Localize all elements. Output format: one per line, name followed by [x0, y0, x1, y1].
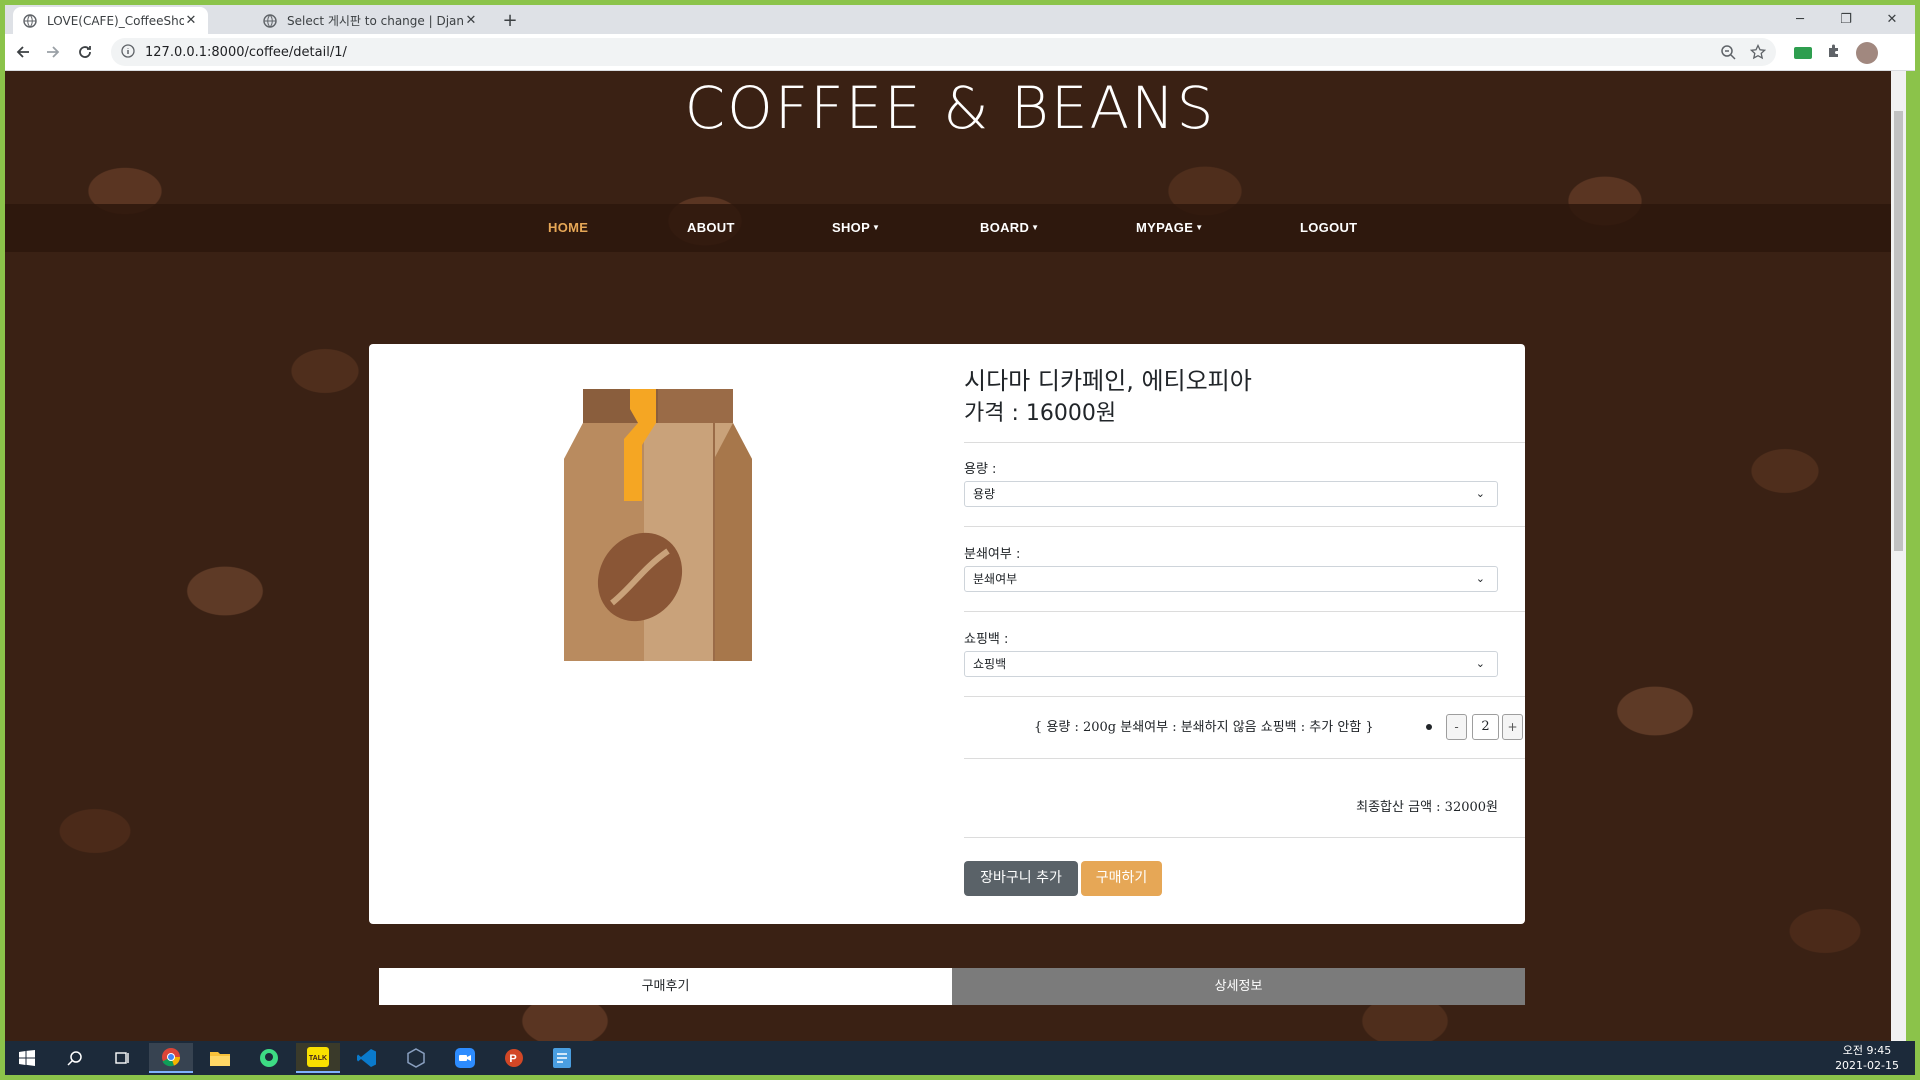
info-icon[interactable]	[121, 43, 135, 62]
divider	[964, 837, 1525, 838]
vscode-icon[interactable]	[345, 1043, 389, 1073]
caret-down-icon: ▼	[1195, 223, 1204, 232]
page-scrollbar[interactable]	[1891, 71, 1906, 1041]
shopping-bag-select[interactable]: 쇼핑백 ⌄	[964, 651, 1498, 677]
nav-shop[interactable]: SHOP ▼	[832, 204, 880, 252]
system-clock[interactable]: 오전 9:45 2021-02-15	[1835, 1043, 1899, 1073]
new-tab-icon[interactable]: +	[498, 9, 522, 33]
globe-icon	[263, 13, 277, 28]
browser-tab[interactable]: Select 게시판 to change | Djang ✕	[253, 7, 488, 34]
forward-arrow-icon[interactable]	[43, 42, 63, 62]
quantity-decrease-button[interactable]: -	[1446, 714, 1467, 740]
option-summary: { 용량 : 200g 분쇄여부 : 분쇄하지 않음 쇼핑백 : 추가 안함 }	[1034, 720, 1374, 735]
omnibox-actions	[1720, 43, 1767, 64]
file-explorer-icon[interactable]	[198, 1043, 242, 1073]
option-label-grind: 분쇄여부 :	[964, 547, 1021, 562]
url-text: 127.0.0.1:8000/coffee/detail/1/	[145, 44, 347, 60]
nav-home[interactable]: HOME	[548, 204, 588, 252]
zoom-icon[interactable]	[1720, 44, 1736, 64]
window-controls: ─ ❐ ✕	[1777, 5, 1915, 34]
nav-shop-label: SHOP	[832, 220, 871, 235]
close-tab-icon[interactable]: ✕	[464, 13, 478, 28]
product-name: 시다마 디카페인, 에티오피아	[964, 367, 1252, 395]
scrollbar-thumb[interactable]	[1894, 111, 1903, 551]
close-window-icon[interactable]: ✕	[1869, 5, 1915, 34]
nav-board-label: BOARD	[980, 220, 1030, 235]
tab-title: Select 게시판 to change | Djang	[287, 14, 464, 28]
product-price: 가격 : 16000원	[964, 401, 1117, 426]
extension-green-icon[interactable]	[1794, 44, 1812, 63]
coffee-bag-image	[564, 389, 752, 665]
nav-about[interactable]: ABOUT	[687, 204, 735, 252]
total-price: 최종합산 금액 : 32000원	[1356, 800, 1498, 815]
quantity-input[interactable]: 2	[1472, 714, 1499, 740]
minimize-icon[interactable]: ─	[1777, 5, 1823, 34]
chrome-icon[interactable]	[149, 1043, 193, 1073]
tab-details[interactable]: 상세정보	[952, 968, 1525, 1005]
windows-taskbar: TALK P 오전 9:45 2021-02-15	[5, 1041, 1915, 1075]
capacity-select[interactable]: 용량 ⌄	[964, 481, 1498, 507]
detail-tabs: 구매후기 상세정보	[379, 968, 1525, 1005]
back-arrow-icon[interactable]	[13, 42, 33, 62]
divider	[964, 611, 1525, 612]
globe-icon	[23, 13, 37, 28]
windows-start-icon[interactable]	[5, 1043, 49, 1073]
option-label-capacity: 용량 :	[964, 462, 997, 477]
close-tab-icon[interactable]: ✕	[184, 13, 198, 28]
clock-time: 오전 9:45	[1842, 1044, 1892, 1057]
shopping-bag-select-value: 쇼핑백	[973, 657, 1007, 671]
add-to-cart-button[interactable]: 장바구니 추가	[964, 861, 1078, 896]
browser-toolbar: 127.0.0.1:8000/coffee/detail/1/	[5, 34, 1915, 71]
search-icon[interactable]	[53, 1043, 97, 1073]
task-view-icon[interactable]	[101, 1043, 145, 1073]
caret-down-icon: ▼	[872, 223, 881, 232]
nav-mypage[interactable]: MYPAGE ▼	[1136, 204, 1203, 252]
tab-title: LOVE(CAFE)_CoffeeShop	[47, 13, 184, 28]
page-viewport: COFFEE & BEANS HOME ABOUT SHOP ▼ BOARD ▼ M…	[5, 71, 1906, 1041]
zoom-app-icon[interactable]	[443, 1043, 487, 1073]
grind-select[interactable]: 분쇄여부 ⌄	[964, 566, 1498, 592]
bookmark-star-icon[interactable]	[1749, 43, 1767, 64]
bullet-icon	[1426, 724, 1432, 730]
caret-down-icon: ▼	[1031, 223, 1040, 232]
product-card: 시다마 디카페인, 에티오피아 가격 : 16000원 용량 : 용량 ⌄ 분쇄…	[369, 344, 1525, 924]
puzzle-icon[interactable]	[1826, 43, 1842, 63]
divider	[964, 526, 1525, 527]
restore-icon[interactable]: ❐	[1823, 5, 1869, 34]
buy-button[interactable]: 구매하기	[1081, 861, 1162, 896]
divider	[964, 758, 1525, 759]
nav-board[interactable]: BOARD ▼	[980, 204, 1039, 252]
tab-reviews[interactable]: 구매후기	[379, 968, 952, 1005]
browser-window: LOVE(CAFE)_CoffeeShop ✕ Select 게시판 to ch…	[5, 5, 1915, 71]
svg-text:TALK: TALK	[309, 1055, 327, 1062]
divider	[964, 696, 1525, 697]
virtualbox-icon[interactable]	[394, 1043, 438, 1073]
option-label-shopping-bag: 쇼핑백 :	[964, 632, 1009, 647]
extensions-area	[1794, 42, 1878, 64]
quantity-increase-button[interactable]: +	[1502, 714, 1523, 740]
site-title: COFFEE & BEANS	[684, 74, 1216, 142]
nav-mypage-label: MYPAGE	[1136, 220, 1194, 235]
grind-select-value: 분쇄여부	[973, 572, 1018, 586]
capacity-select-value: 용량	[973, 487, 996, 501]
chevron-down-icon: ⌄	[1475, 572, 1485, 585]
address-bar[interactable]: 127.0.0.1:8000/coffee/detail/1/	[111, 38, 1776, 66]
chevron-down-icon: ⌄	[1475, 487, 1485, 500]
tab-strip: LOVE(CAFE)_CoffeeShop ✕ Select 게시판 to ch…	[5, 5, 1915, 34]
divider	[964, 442, 1525, 443]
maps-app-icon[interactable]	[247, 1043, 291, 1073]
kakaotalk-icon[interactable]: TALK	[296, 1043, 340, 1073]
nav-logout[interactable]: LOGOUT	[1300, 204, 1357, 252]
svg-text:P: P	[509, 1053, 516, 1065]
main-navbar: HOME ABOUT SHOP ▼ BOARD ▼ MYPAGE ▼ LOGOUT	[5, 204, 1891, 252]
browser-tab-active[interactable]: LOVE(CAFE)_CoffeeShop ✕	[13, 7, 208, 34]
powerpoint-icon[interactable]: P	[492, 1043, 536, 1073]
notes-app-icon[interactable]	[541, 1043, 585, 1073]
clock-date: 2021-02-15	[1835, 1059, 1899, 1072]
profile-avatar[interactable]	[1856, 42, 1878, 64]
chevron-down-icon: ⌄	[1475, 657, 1485, 670]
reload-icon[interactable]	[75, 42, 95, 62]
